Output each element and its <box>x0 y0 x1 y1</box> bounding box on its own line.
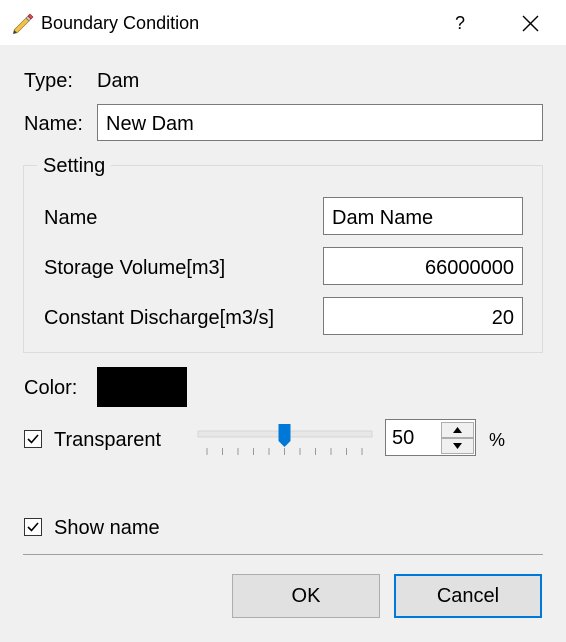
checkmark-icon <box>27 522 39 532</box>
color-label: Color: <box>24 377 78 399</box>
name-label: Name: <box>24 113 83 135</box>
dam-name-label: Name <box>44 207 98 229</box>
title-bar: Boundary Condition ? <box>0 0 566 45</box>
spin-down-button[interactable] <box>441 438 474 454</box>
opacity-spinbox[interactable]: 50 <box>385 419 476 456</box>
pencil-icon <box>13 13 34 34</box>
opacity-slider[interactable] <box>197 424 373 464</box>
triangle-up-icon <box>453 427 462 433</box>
transparent-checkbox[interactable] <box>24 430 42 448</box>
slider-handle[interactable] <box>278 424 291 447</box>
constant-discharge-input[interactable]: 20 <box>323 297 523 335</box>
spin-up-button[interactable] <box>441 422 474 438</box>
type-value: Dam <box>97 70 140 92</box>
ok-button[interactable]: OK <box>232 574 380 618</box>
storage-volume-input[interactable]: 66000000 <box>323 247 523 285</box>
constant-discharge-label: Constant Discharge[m3/s] <box>44 307 275 329</box>
storage-volume-label: Storage Volume[m3] <box>44 257 226 279</box>
checkmark-icon <box>27 434 39 444</box>
color-swatch-button[interactable] <box>97 367 187 407</box>
transparent-label: Transparent <box>54 429 162 451</box>
dam-name-input[interactable]: Dam Name <box>323 197 523 235</box>
divider <box>23 554 543 555</box>
help-button[interactable]: ? <box>438 8 482 38</box>
name-input[interactable]: New Dam <box>97 104 543 141</box>
close-button[interactable] <box>505 6 555 40</box>
opacity-unit: % <box>489 430 506 450</box>
window-title: Boundary Condition <box>41 13 200 33</box>
close-icon <box>522 15 539 32</box>
show-name-label: Show name <box>54 517 160 539</box>
triangle-down-icon <box>453 443 462 449</box>
opacity-value: 50 <box>392 427 415 449</box>
show-name-checkbox[interactable] <box>24 518 42 536</box>
setting-group-title: Setting <box>37 154 112 178</box>
cancel-button[interactable]: Cancel <box>394 574 542 618</box>
type-label: Type: <box>24 70 73 92</box>
